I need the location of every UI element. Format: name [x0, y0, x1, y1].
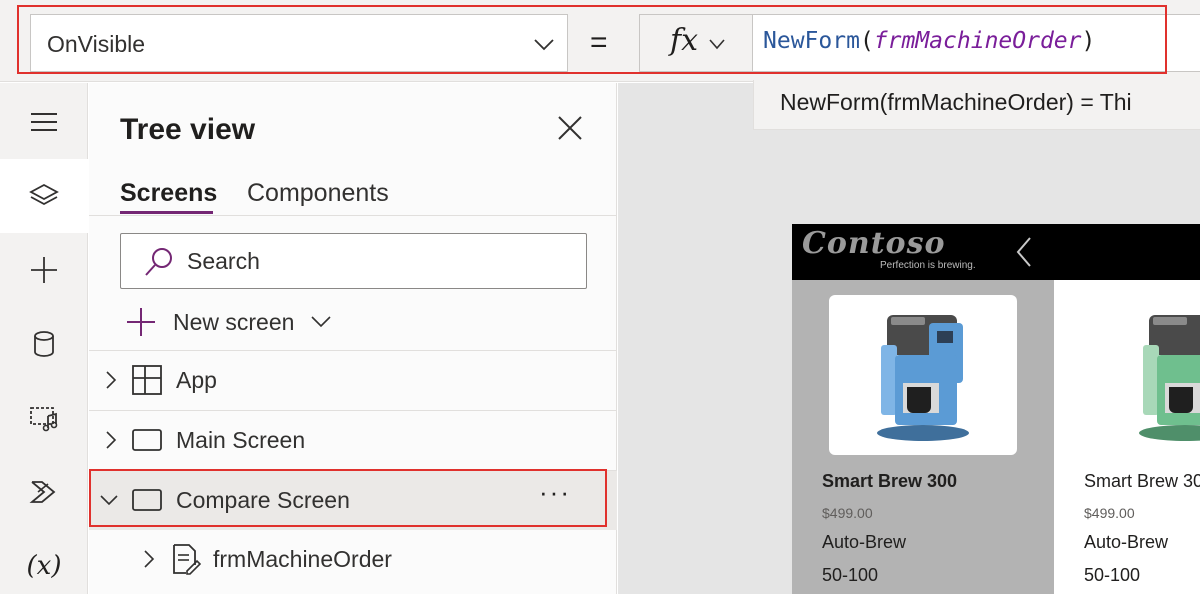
product-price: $499.00 — [1084, 505, 1135, 521]
product-feature: Auto-Brew — [822, 532, 907, 552]
rail-tree-view[interactable] — [0, 159, 88, 233]
chevron-right-icon[interactable] — [103, 430, 119, 450]
new-screen-label: New screen — [173, 308, 295, 335]
formula-bar: OnVisible = fx NewForm(frmMachineOrder) — [0, 0, 1200, 82]
canvas-top-strip — [618, 83, 753, 130]
chevron-right-icon[interactable] — [141, 549, 157, 569]
product-card[interactable]: Smart Brew 30 $499.00 Auto-Brew 50-100 — [1054, 280, 1200, 594]
left-rail: (x) — [0, 83, 88, 594]
tree-item-compare-screen[interactable]: Compare Screen ··· — [89, 470, 617, 530]
power-automate-icon — [29, 481, 56, 503]
tab-divider — [89, 215, 617, 216]
tree-item-label: Main Screen — [176, 427, 306, 453]
variables-icon: (x) — [26, 551, 62, 581]
tree-item-frm-machine-order[interactable]: frmMachineOrder — [89, 530, 617, 590]
formula-function: NewForm — [763, 28, 860, 54]
product-name: Smart Brew 30 — [1084, 471, 1200, 491]
tree-item-label: App — [176, 367, 217, 393]
hamburger-icon — [31, 113, 57, 131]
search-icon — [145, 248, 172, 276]
equals-sign: = — [590, 26, 608, 59]
tab-components[interactable]: Components — [247, 179, 389, 208]
back-chevron-icon[interactable] — [1014, 236, 1034, 268]
product-card[interactable]: Smart Brew 300 $499.00 Auto-Brew 50-100 — [792, 280, 1054, 594]
formula-argument: frmMachineOrder — [873, 28, 1082, 54]
property-dropdown[interactable]: OnVisible — [30, 14, 568, 72]
chevron-down-icon — [311, 316, 332, 328]
layers-icon — [29, 183, 59, 206]
formula-tooltip: NewForm(frmMachineOrder) = Thi — [753, 80, 1200, 130]
search-box[interactable] — [120, 233, 587, 289]
new-screen-button[interactable]: New screen — [125, 304, 332, 340]
product-price: $499.00 — [822, 505, 873, 521]
fx-icon: fx — [670, 23, 699, 58]
coffee-machine-image — [829, 295, 1017, 455]
media-icon — [30, 407, 58, 432]
tab-screens[interactable]: Screens — [120, 179, 217, 208]
app-header: Contoso Perfection is brewing. — [792, 224, 1200, 280]
rail-media[interactable] — [0, 381, 88, 455]
more-options-button[interactable]: ··· — [539, 477, 571, 508]
tree-view-panel: Tree view Screens Components New screen … — [89, 83, 617, 594]
plus-icon — [31, 257, 57, 283]
rail-power-automate[interactable] — [0, 455, 88, 529]
database-icon — [34, 331, 54, 357]
canvas: Contoso Perfection is brewing. Smart Bre… — [618, 130, 1200, 594]
plus-icon — [127, 308, 155, 336]
formula-paren-open: ( — [859, 28, 874, 54]
rail-data[interactable] — [0, 307, 88, 381]
formula-text: NewForm(frmMachineOrder) — [763, 28, 1095, 54]
chevron-down-icon[interactable] — [99, 493, 119, 507]
tree-item-label: Compare Screen — [176, 487, 350, 513]
formula-tooltip-text: NewForm(frmMachineOrder) = Thi — [780, 89, 1132, 115]
menu-button[interactable] — [0, 85, 88, 159]
formula-paren-close: ) — [1081, 28, 1096, 54]
tree-item-main-screen[interactable]: Main Screen — [89, 410, 617, 470]
screen-icon — [132, 429, 162, 451]
active-tab-indicator — [120, 211, 213, 214]
app-icon — [132, 365, 162, 395]
contoso-logo: Contoso — [802, 226, 946, 261]
tree-item-label: frmMachineOrder — [213, 546, 392, 572]
screen-icon — [132, 489, 162, 511]
chevron-down-icon — [709, 39, 725, 50]
tree-item-app[interactable]: App — [89, 350, 617, 410]
product-feature: Auto-Brew — [1084, 532, 1169, 552]
fx-button[interactable]: fx — [639, 14, 752, 72]
chevron-down-icon — [534, 39, 554, 51]
property-dropdown-value: OnVisible — [47, 31, 146, 57]
rail-insert[interactable] — [0, 233, 88, 307]
product-capacity: 50-100 — [1084, 565, 1141, 585]
coffee-machine-image — [1091, 295, 1200, 455]
product-capacity: 50-100 — [822, 565, 879, 585]
search-input[interactable] — [187, 242, 567, 280]
form-icon — [173, 544, 201, 575]
logo-tagline: Perfection is brewing. — [880, 260, 976, 271]
formula-input[interactable]: NewForm(frmMachineOrder) — [752, 14, 1200, 72]
rail-variables[interactable]: (x) — [0, 529, 88, 594]
chevron-right-icon[interactable] — [103, 370, 119, 390]
panel-title: Tree view — [120, 113, 256, 146]
product-name: Smart Brew 300 — [822, 471, 958, 491]
close-icon[interactable] — [555, 113, 585, 143]
